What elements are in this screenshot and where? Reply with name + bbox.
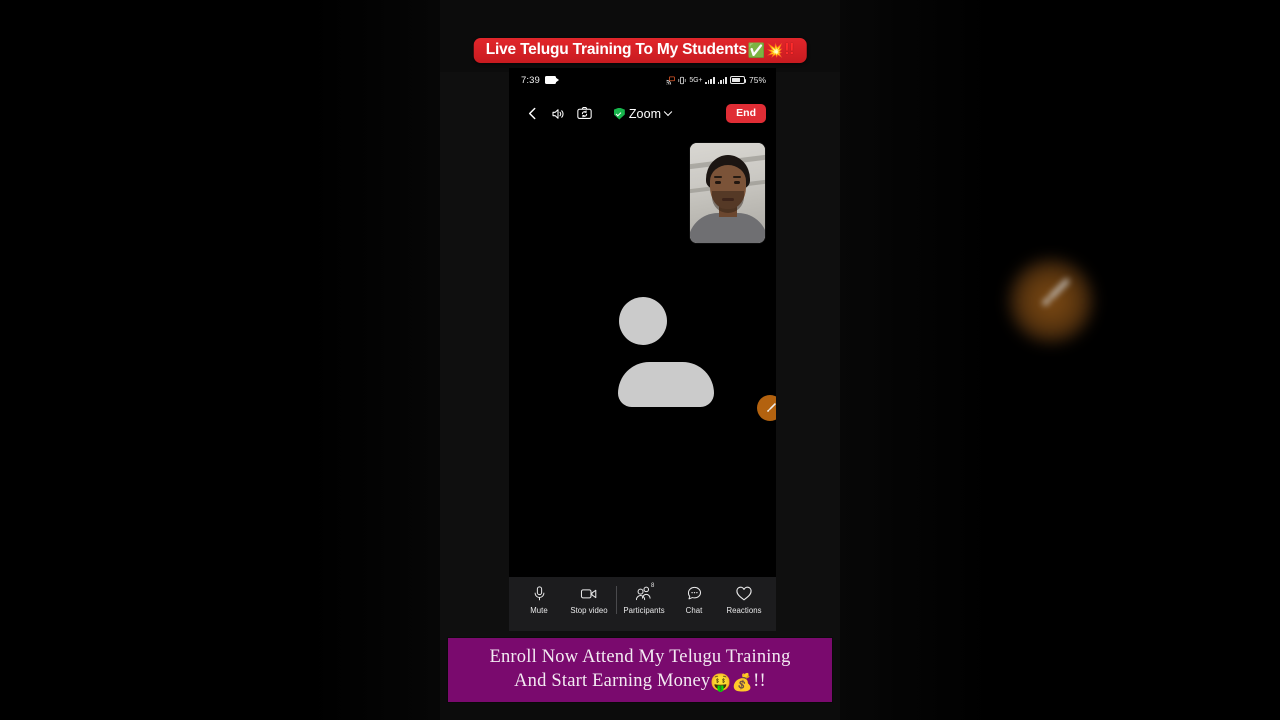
avatar-head bbox=[618, 297, 667, 345]
battery-icon bbox=[729, 76, 747, 84]
person-placeholder-icon bbox=[595, 297, 714, 415]
toolbar-label-reactions: Reactions bbox=[726, 606, 762, 615]
caption-text: Enroll Now Attend My Telugu Training And… bbox=[481, 646, 798, 693]
video-title-text: Live Telugu Training To My Students bbox=[485, 41, 747, 58]
self-view-mouth bbox=[721, 198, 734, 201]
signal-bars-icon-2 bbox=[717, 76, 727, 84]
toolbar-item-chat[interactable]: Chat bbox=[669, 585, 719, 615]
self-view-eye-right bbox=[734, 181, 740, 184]
back-button[interactable] bbox=[519, 101, 545, 127]
collision-emoji: 💥 bbox=[766, 41, 784, 58]
shield-check-icon bbox=[613, 107, 625, 120]
signal-bars-icon bbox=[705, 76, 715, 84]
background-right-fade bbox=[840, 0, 1280, 720]
toolbar-label-stop-video: Stop video bbox=[570, 606, 608, 615]
end-meeting-button[interactable]: End bbox=[726, 103, 766, 124]
chat-bubble-icon bbox=[686, 585, 703, 602]
caption-exclamation: !! bbox=[753, 670, 766, 691]
status-bar-clock: 7:39 bbox=[521, 74, 540, 86]
money-bag-emoji: 💰 bbox=[731, 672, 754, 692]
video-stage[interactable] bbox=[509, 135, 776, 577]
caption-line-2: And Start Earning Money bbox=[514, 670, 711, 691]
toolbar-label-participants: Participants bbox=[623, 606, 665, 615]
meeting-title: Zoom bbox=[628, 106, 662, 121]
android-status-bar: 7:39 5G+ 75% bbox=[509, 68, 776, 92]
microphone-icon bbox=[531, 585, 548, 602]
avatar-body bbox=[618, 362, 714, 407]
self-view-thumbnail[interactable] bbox=[690, 143, 765, 243]
chevron-left-icon bbox=[525, 106, 540, 121]
status-bar-right: 5G+ 75% bbox=[666, 68, 766, 92]
annotation-pen-button[interactable] bbox=[757, 395, 776, 421]
toolbar-item-participants[interactable]: 8 Participants bbox=[619, 583, 669, 615]
check-mark-emoji: ✅ bbox=[747, 41, 766, 58]
background-left-fade bbox=[0, 0, 440, 720]
participants-count-badge: 8 bbox=[651, 583, 655, 589]
status-bar-left: 7:39 bbox=[521, 74, 560, 86]
toolbar-item-stop-video[interactable]: Stop video bbox=[564, 585, 614, 615]
toolbar-item-share[interactable]: Sha bbox=[769, 585, 776, 615]
caption-line-1: Enroll Now Attend My Telugu Training bbox=[489, 647, 791, 668]
self-view-eye-left bbox=[715, 181, 721, 184]
network-type-label: 5G+ bbox=[689, 76, 703, 84]
phone-screen: 7:39 5G+ 75% Zoom End Mute Stop video 8 … bbox=[509, 68, 776, 631]
money-face-emoji: 🤑 bbox=[710, 672, 732, 692]
video-camera-icon bbox=[580, 585, 599, 602]
toolbar-label-mute: Mute bbox=[530, 606, 548, 615]
pen-icon bbox=[763, 401, 777, 416]
background-blurred-pen-icon bbox=[1030, 272, 1076, 318]
caption-banner: Enroll Now Attend My Telugu Training And… bbox=[448, 638, 832, 702]
toolbar-label-chat: Chat bbox=[685, 606, 703, 615]
zoom-bottom-toolbar: Mute Stop video 8 Participants Chat Reac… bbox=[509, 577, 776, 631]
flip-camera-button[interactable] bbox=[571, 101, 597, 127]
toolbar-item-mute[interactable]: Mute bbox=[514, 585, 564, 615]
shorts-video-frame: 7:39 5G+ 75% Zoom End Mute Stop video 8 … bbox=[0, 0, 1280, 720]
toolbar-item-reactions[interactable]: Reactions bbox=[719, 585, 769, 615]
chevron-down-icon[interactable] bbox=[663, 107, 673, 116]
vibrate-icon bbox=[678, 76, 686, 85]
flip-camera-icon bbox=[576, 105, 593, 122]
toolbar-divider bbox=[616, 586, 617, 614]
zoom-meeting-header: Zoom End bbox=[509, 92, 776, 135]
speaker-icon bbox=[550, 106, 566, 122]
title-exclamation: !! bbox=[784, 41, 795, 58]
cast-icon bbox=[666, 75, 676, 85]
self-view-torso bbox=[690, 213, 765, 243]
speaker-toggle-button[interactable] bbox=[545, 101, 571, 127]
video-title-badge: Live Telugu Training To My Students ✅ 💥 … bbox=[473, 38, 807, 64]
battery-percent-label: 75% bbox=[748, 75, 766, 85]
video-record-icon bbox=[544, 76, 560, 84]
heart-icon bbox=[735, 585, 753, 602]
